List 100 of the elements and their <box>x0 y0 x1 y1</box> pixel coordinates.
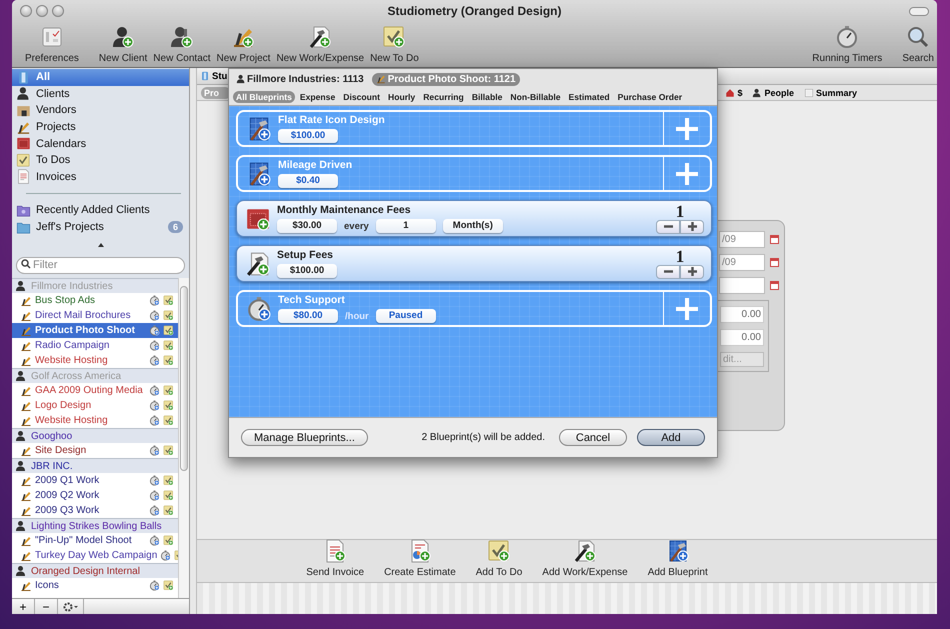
dialog-button[interactable]: Add <box>637 429 705 446</box>
toolbar-button[interactable]: New Work/Expense <box>273 25 368 64</box>
toolbar-button[interactable]: New To Do <box>367 25 422 64</box>
client-row[interactable]: Oranged Design Internal <box>12 563 178 578</box>
checkbox-icon[interactable] <box>163 355 174 366</box>
decrease-button[interactable] <box>656 264 680 278</box>
toolbar-button[interactable]: Search <box>899 25 937 64</box>
filter-tab[interactable]: Purchase Order <box>614 91 686 103</box>
action-button[interactable]: Send Invoice <box>303 539 368 578</box>
calendar-icon[interactable] <box>770 281 779 290</box>
value-field[interactable]: $0.40 <box>278 174 338 188</box>
value-field[interactable]: $100.00 <box>278 129 338 143</box>
checkbox-icon[interactable] <box>163 535 174 546</box>
blueprint-card[interactable]: Setup Fees $100.00 1 <box>236 245 712 282</box>
stopwatch-icon[interactable] <box>149 505 160 516</box>
toolbar-button[interactable]: New Contact <box>150 25 214 64</box>
checkbox-icon[interactable] <box>163 475 174 486</box>
blueprint-card[interactable]: Mileage Driven $0.40 <box>236 155 712 192</box>
sidebar-item[interactable]: Invoices <box>12 168 189 186</box>
increase-button[interactable] <box>680 264 704 278</box>
action-button[interactable]: Add Work/Expense <box>539 539 631 578</box>
decrease-button[interactable] <box>656 220 680 234</box>
blueprint-card[interactable]: Tech Support $80.00 /hour Paused <box>236 290 712 327</box>
sidebar-item[interactable]: Vendors <box>12 102 189 119</box>
minimize-button[interactable] <box>36 5 48 17</box>
filter-tab[interactable]: Hourly <box>385 91 418 103</box>
stopwatch-icon[interactable] <box>149 580 160 591</box>
sidebar-item[interactable]: Calendars <box>12 135 189 152</box>
filter-tab[interactable]: Recurring <box>420 91 467 103</box>
client-row[interactable]: JBR INC. <box>12 458 178 473</box>
stopwatch-icon[interactable] <box>160 550 172 561</box>
toolbar-button[interactable]: Running Timers <box>809 25 886 64</box>
checkbox-icon[interactable] <box>163 415 174 426</box>
filter-field[interactable]: Filter <box>16 256 185 274</box>
stopwatch-icon[interactable] <box>149 295 160 306</box>
sidebar-item[interactable]: Jeff's Projects 6 <box>12 218 189 236</box>
sidebar-item[interactable]: To Dos <box>12 152 189 169</box>
filter-tab[interactable]: Expense <box>296 91 338 103</box>
toolbar-button[interactable]: New Client <box>96 25 150 64</box>
checkbox-icon[interactable] <box>163 580 174 591</box>
remove-button[interactable]: − <box>35 599 58 614</box>
stopwatch-icon[interactable] <box>149 385 160 396</box>
tab[interactable]: Stu <box>200 70 228 82</box>
checkbox-icon[interactable] <box>163 340 174 351</box>
blueprint-card[interactable]: Flat Rate Icon Design $100.00 <box>236 110 712 147</box>
sidebar-item[interactable]: Clients <box>12 86 189 102</box>
stopwatch-icon[interactable] <box>149 355 160 366</box>
stopwatch-icon[interactable] <box>149 445 160 456</box>
filter-tab[interactable]: Discount <box>340 91 383 103</box>
increase-button[interactable] <box>680 220 704 234</box>
scrollbar[interactable] <box>178 278 189 598</box>
value-field[interactable]: $80.00 <box>278 309 338 323</box>
calendar-icon[interactable] <box>770 235 779 244</box>
toolbar-toggle-button[interactable] <box>909 6 929 16</box>
calendar-icon[interactable] <box>770 258 779 267</box>
date-field[interactable]: /09 <box>719 231 765 248</box>
stopwatch-icon[interactable] <box>149 325 160 336</box>
zoom-button[interactable] <box>52 5 64 17</box>
checkbox-icon[interactable] <box>163 400 174 411</box>
toolbar-button[interactable]: New Project <box>214 25 274 64</box>
value-field[interactable]: $30.00 <box>277 219 337 233</box>
blueprint-card[interactable]: Monthly Maintenance Fees $30.00 every 1 Month(s) 1 <box>236 200 712 237</box>
filter-tab[interactable]: Estimated <box>566 91 613 103</box>
add-button[interactable]: + <box>12 599 35 614</box>
toolbar-button[interactable]: Preferences <box>22 25 82 64</box>
stopwatch-icon[interactable] <box>149 400 160 411</box>
amount-field[interactable]: 0.00 <box>720 329 764 346</box>
checkbox-icon[interactable] <box>163 310 174 321</box>
resize-handle-icon[interactable] <box>98 243 104 247</box>
stopwatch-icon[interactable] <box>149 415 160 426</box>
sidebar-item[interactable]: Projects <box>12 118 189 136</box>
stopwatch-icon[interactable] <box>149 535 160 546</box>
view-button[interactable]: Summary <box>804 88 857 98</box>
value-field[interactable]: 1 <box>376 219 436 233</box>
checkbox-icon[interactable] <box>163 385 174 396</box>
client-row[interactable]: Lighting Strikes Bowling Balls <box>12 518 178 533</box>
view-button[interactable]: $ <box>725 88 742 98</box>
view-button[interactable]: People <box>752 88 794 98</box>
stopwatch-icon[interactable] <box>149 310 160 321</box>
dialog-button[interactable]: Cancel <box>559 429 627 446</box>
value-field[interactable]: Paused <box>376 309 436 323</box>
filter-tab[interactable]: Non-Billable <box>507 91 564 103</box>
amount-field[interactable]: 0.00 <box>720 306 764 323</box>
value-field[interactable]: Month(s) <box>442 219 503 233</box>
value-field[interactable]: $100.00 <box>277 264 337 278</box>
date-field[interactable]: /09 <box>719 254 765 271</box>
close-button[interactable] <box>20 5 32 17</box>
stopwatch-icon[interactable] <box>149 340 160 351</box>
checkbox-icon[interactable] <box>163 295 174 306</box>
project-row[interactable]: Product Photo Shoot <box>12 323 178 338</box>
action-button[interactable]: Add Blueprint <box>644 539 711 578</box>
action-button[interactable]: Add To Do <box>472 539 526 578</box>
date-field[interactable] <box>719 277 765 294</box>
checkbox-icon[interactable] <box>163 325 174 336</box>
checkbox-icon[interactable] <box>163 490 174 501</box>
manage-blueprints-button[interactable]: Manage Blueprints... <box>241 429 368 446</box>
sidebar-item[interactable]: Recently Added Clients <box>12 202 189 219</box>
stopwatch-icon[interactable] <box>149 490 160 501</box>
stopwatch-icon[interactable] <box>149 475 160 486</box>
action-button[interactable]: Create Estimate <box>381 539 459 578</box>
